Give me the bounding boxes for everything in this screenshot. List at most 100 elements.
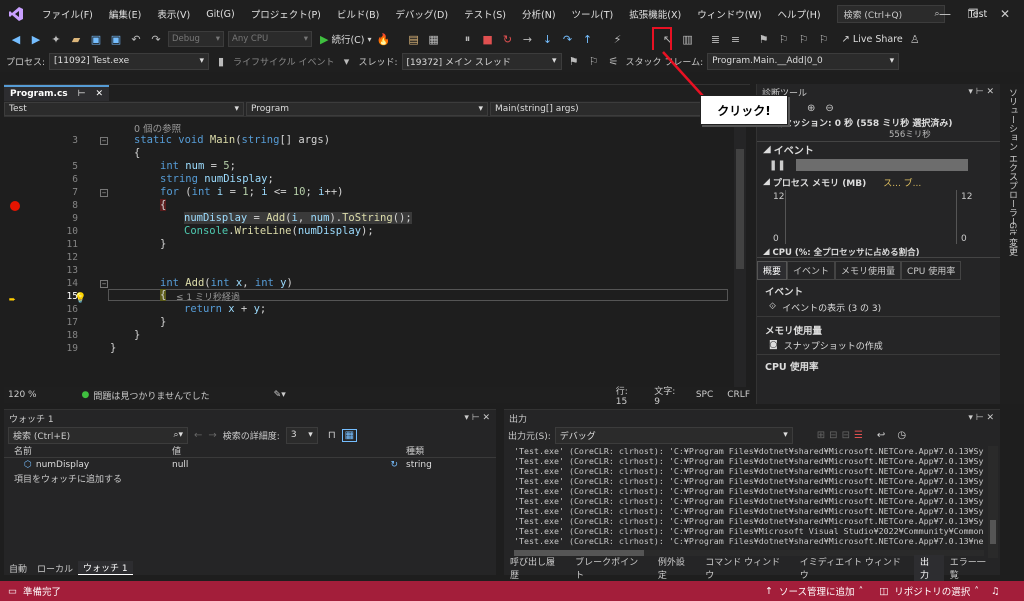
menu-tools[interactable]: ツール(T) <box>564 7 622 21</box>
take-snapshot-button[interactable]: ◙ スナップショットの作成 <box>757 336 1000 354</box>
next-message-icon[interactable]: ⊟ <box>842 430 850 441</box>
pin-watch-icon[interactable]: ⊓ <box>328 430 336 441</box>
git-changes-tab[interactable]: Git 変更 <box>1006 222 1019 256</box>
col-value-header[interactable]: 値 <box>168 444 402 457</box>
stackframe-dropdown[interactable]: Program.Main.__Add|0_0 ▾ <box>707 52 900 70</box>
step-over-icon[interactable]: ↷ <box>560 33 576 46</box>
editor-scrollbar[interactable] <box>734 119 746 387</box>
table-row[interactable]: ⬡ numDisplay null ↻ string <box>4 458 496 472</box>
show-next-statement-icon[interactable]: → <box>520 33 536 46</box>
char-indicator[interactable]: 文字: 9 <box>654 384 682 407</box>
tab-memory[interactable]: メモリ使用量 <box>835 260 902 280</box>
menu-build[interactable]: ビルド(B) <box>329 7 387 21</box>
references-codelens[interactable]: 0 個の参照 <box>134 121 181 135</box>
col-type-header[interactable]: 種類 <box>402 444 424 457</box>
restore-icon[interactable]: ❐ <box>958 0 988 28</box>
tab-events[interactable]: イベント <box>787 260 836 280</box>
panel-controls-icon[interactable]: ▾ ⊢ ✕ <box>464 413 490 423</box>
tab-cpu[interactable]: CPU 使用率 <box>901 260 962 280</box>
output-scrollbar[interactable] <box>988 446 998 558</box>
add-watch-item[interactable]: 項目をウォッチに追加する <box>4 472 496 486</box>
panel-controls-icon[interactable]: ▾ ⊢ ✕ <box>968 413 994 423</box>
comment-icon[interactable]: ≣ <box>708 33 724 46</box>
refresh-icon[interactable]: ↻ <box>390 460 398 470</box>
output-text[interactable]: 'Test.exe' (CoreCLR: clrhost): 'C:¥Progr… <box>504 444 984 546</box>
clear-all-icon[interactable]: ☰ <box>854 430 863 441</box>
depth-dropdown[interactable]: 3 ▾ <box>285 426 318 444</box>
tab-autos[interactable]: 自動 <box>4 562 32 575</box>
close-icon[interactable]: ✕ <box>990 0 1020 28</box>
tab-exception-settings[interactable]: 例外設定 <box>652 555 699 581</box>
prev-bookmark-icon[interactable]: ⚐ <box>776 33 792 46</box>
crlf-indicator[interactable]: CRLF <box>727 390 750 400</box>
step-out-icon[interactable]: ↑ <box>580 33 596 46</box>
tab-command-window[interactable]: コマンド ウィンドウ <box>699 555 793 581</box>
brush-icon[interactable]: ✎▾ <box>274 390 286 400</box>
menu-help[interactable]: ヘルプ(H) <box>770 7 829 21</box>
restart-icon[interactable]: ↻ <box>500 33 516 46</box>
menu-extensions[interactable]: 拡張機能(X) <box>621 7 689 21</box>
menu-test[interactable]: テスト(S) <box>456 7 514 21</box>
tab-breakpoints[interactable]: ブレークポイント <box>569 555 652 581</box>
class-dropdown[interactable]: Program ▾ <box>246 101 488 116</box>
memory-section[interactable]: ◢ プロセス メモリ (MB) ス... ブ... <box>757 174 1000 190</box>
platform-dropdown[interactable]: Any CPU ▾ <box>228 31 312 47</box>
menu-file[interactable]: ファイル(F) <box>34 7 101 21</box>
close-icon[interactable]: ✕ <box>96 89 104 99</box>
add-source-control-button[interactable]: ソース管理に追加 <box>779 584 855 598</box>
lifecycle-label[interactable]: ライフサイクル イベント <box>233 55 334 68</box>
continue-button[interactable]: ▶ 続行(C) ▾ <box>320 32 372 47</box>
breakpoint-icon[interactable] <box>10 201 20 211</box>
tab-output[interactable]: 出力 <box>914 554 944 582</box>
open-icon[interactable]: ▰ <box>68 33 84 46</box>
folder-bookmark-icon[interactable]: ⚐ <box>816 33 832 46</box>
break-all-icon[interactable]: ⏸ <box>460 32 476 46</box>
line-indicator[interactable]: 行: 15 <box>616 384 641 407</box>
menu-window[interactable]: ウィンドウ(W) <box>689 7 769 21</box>
forward-icon[interactable]: ▶ <box>28 33 44 46</box>
process-dropdown[interactable]: [11092] Test.exe ▾ <box>49 52 210 70</box>
next-bookmark-icon[interactable]: ⚐ <box>796 33 812 46</box>
tab-call-stack[interactable]: 呼び出し履歴 <box>504 555 569 581</box>
save-all-icon[interactable]: ▣ <box>108 33 124 46</box>
spc-indicator[interactable]: SPC <box>696 390 713 400</box>
uncomment-icon[interactable]: ≡ <box>728 33 744 46</box>
zoom-in-icon[interactable]: ⊕ <box>807 103 815 114</box>
global-search-input[interactable]: 検索 (Ctrl+Q) ⌕ <box>836 5 945 23</box>
save-icon[interactable]: ▣ <box>88 33 104 46</box>
events-section[interactable]: ◢ イベント <box>757 142 1000 157</box>
flag-icon[interactable]: ⚑ <box>566 55 582 68</box>
solution-explorer-tab[interactable]: ソリューション エクスプローラー <box>1006 88 1019 226</box>
col-name-header[interactable]: 名前 <box>4 444 168 457</box>
hot-path-icon[interactable]: ⚡ <box>610 33 626 46</box>
step-into-icon[interactable]: ↓ <box>540 33 556 46</box>
tab-overview[interactable]: 概要 <box>757 260 788 280</box>
stop-icon[interactable]: ■ <box>480 33 496 46</box>
watch-search-input[interactable]: 検索 (Ctrl+E) ⌕▾ <box>8 426 188 444</box>
filter-icon[interactable]: ⚐ <box>586 55 602 68</box>
menu-view[interactable]: 表示(V) <box>149 7 198 21</box>
show-events-link[interactable]: ⟐ イベントの表示 (3 の 3) <box>757 298 1000 316</box>
pin-icon[interactable]: ⊢ <box>78 89 86 99</box>
new-project-icon[interactable]: ✦ <box>48 33 64 46</box>
undo-icon[interactable]: ↶ <box>128 33 144 46</box>
prev-message-icon[interactable]: ⊟ <box>829 430 837 441</box>
zoom-out-icon[interactable]: ⊖ <box>825 103 833 114</box>
clock-icon[interactable]: ◷ <box>897 430 906 441</box>
find-icon[interactable]: ⊞ <box>817 430 825 441</box>
tab-program-cs[interactable]: Program.cs ⊢ ✕ <box>4 85 110 101</box>
cpu-section[interactable]: ◢ CPU (%: 全プロセッサに占める割合) <box>757 246 1000 258</box>
output-source-dropdown[interactable]: デバッグ ▾ <box>554 426 793 444</box>
tab-watch1[interactable]: ウォッチ 1 <box>78 561 133 575</box>
tab-error-list[interactable]: エラー一覧 <box>944 555 1000 581</box>
tab-immediate-window[interactable]: イミディエイト ウィンドウ <box>794 555 914 581</box>
bookmark-icon[interactable]: ⚑ <box>756 33 772 46</box>
collapse-icon[interactable]: − <box>100 137 108 145</box>
grid-view-icon[interactable]: ▦ <box>341 428 358 442</box>
word-wrap-icon[interactable]: ↩ <box>877 430 885 441</box>
project-dropdown[interactable]: Test ▾ <box>4 101 244 116</box>
code-map-icon[interactable]: ▥ <box>680 33 696 46</box>
browse-icon[interactable]: ▤ <box>406 33 422 46</box>
collapse-icon[interactable]: − <box>100 280 108 288</box>
pin-icon[interactable]: ▾ ⊢ ✕ <box>968 87 994 97</box>
